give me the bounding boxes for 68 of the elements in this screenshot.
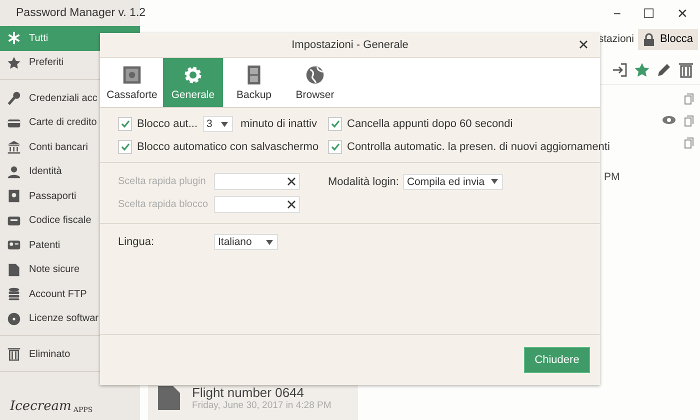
timeout-select[interactable]: 3 <box>202 116 233 132</box>
pencil-icon[interactable] <box>656 62 672 78</box>
option-label: Blocco aut... <box>137 118 198 130</box>
checkbox[interactable] <box>118 140 132 154</box>
id-card-icon <box>7 214 21 228</box>
clear-icon[interactable] <box>287 200 296 209</box>
tab[interactable]: Backup <box>224 58 284 107</box>
login-mode-select[interactable]: Compila ed invia <box>402 174 503 190</box>
entry-date: PM <box>604 171 620 183</box>
option-label: Controlla automatic. la presen. di nuovi aggiornamenti <box>347 141 610 153</box>
dialog-title: Impostazioni - Generale <box>292 39 408 51</box>
asterisk-icon <box>7 31 21 46</box>
entry-date: Friday, June 30, 2017 in 4:28 PM <box>192 400 332 411</box>
caret-icon <box>490 179 498 184</box>
option-label: Blocco automatico con salvaschermo <box>137 141 319 153</box>
copy-icon[interactable] <box>684 93 694 105</box>
checkmark-icon <box>120 143 130 151</box>
copy-icon[interactable] <box>684 115 694 127</box>
lock-button[interactable]: Blocca <box>638 28 698 50</box>
trash-icon <box>7 347 21 362</box>
checkmark-icon <box>120 120 130 128</box>
sidebar-item[interactable]: Licenze softwar <box>0 306 140 331</box>
key-icon <box>7 91 21 106</box>
sidebar-item[interactable]: Note sicure <box>0 258 140 282</box>
field-label: Scelta rapida blocco <box>118 199 210 210</box>
window-title: Password Manager v. 1.2 <box>16 7 146 19</box>
star-icon[interactable] <box>634 62 650 78</box>
close-button[interactable]: ✕ <box>677 6 688 20</box>
clear-icon[interactable] <box>287 177 296 186</box>
checkbox[interactable] <box>118 117 132 131</box>
lock-icon <box>642 32 655 46</box>
copy-icon[interactable] <box>684 137 694 149</box>
close-icon[interactable] <box>579 40 588 49</box>
field-label: Scelta rapida plugin <box>118 176 207 187</box>
trash-icon <box>678 62 694 78</box>
star-icon <box>7 56 21 70</box>
checkbox[interactable] <box>328 140 342 154</box>
document-icon <box>158 386 180 410</box>
document-icon <box>7 262 21 277</box>
safe-icon <box>121 64 143 86</box>
shortcut-field[interactable] <box>214 196 300 213</box>
option-label: Cancella appunti dopo 60 secondi <box>347 118 513 130</box>
entry-title: Flight number 0644 <box>192 385 306 400</box>
sidebar-item[interactable]: Codice fiscale <box>0 208 140 233</box>
maximize-button[interactable]: ☐ <box>643 6 655 20</box>
field-label: Lingua: <box>118 236 156 248</box>
option-label: minuto di inattiv <box>240 118 317 130</box>
sidebar-item[interactable]: Eliminato <box>0 342 140 366</box>
sidebar-item[interactable]: Account FTP <box>0 282 140 306</box>
checkmark-icon <box>330 143 340 151</box>
checkbox[interactable] <box>328 117 342 131</box>
field-label: Modalità login: <box>328 176 399 188</box>
login-icon[interactable] <box>612 62 628 78</box>
settings-link[interactable]: stazioni <box>598 33 634 45</box>
database-icon <box>7 287 21 302</box>
globe-icon <box>304 64 326 86</box>
eye-icon[interactable] <box>662 115 676 125</box>
shortcut-field[interactable] <box>214 173 300 190</box>
caret-icon <box>266 240 273 244</box>
person-icon <box>7 164 21 179</box>
minimize-button[interactable]: − <box>613 6 621 20</box>
bank-icon <box>7 140 21 154</box>
disc-icon <box>7 312 21 326</box>
gear-icon <box>182 64 204 86</box>
tab[interactable]: Browser <box>285 58 345 107</box>
language-select[interactable]: Italiano <box>214 234 278 250</box>
caret-icon <box>220 122 228 126</box>
checkmark-icon <box>330 120 340 128</box>
